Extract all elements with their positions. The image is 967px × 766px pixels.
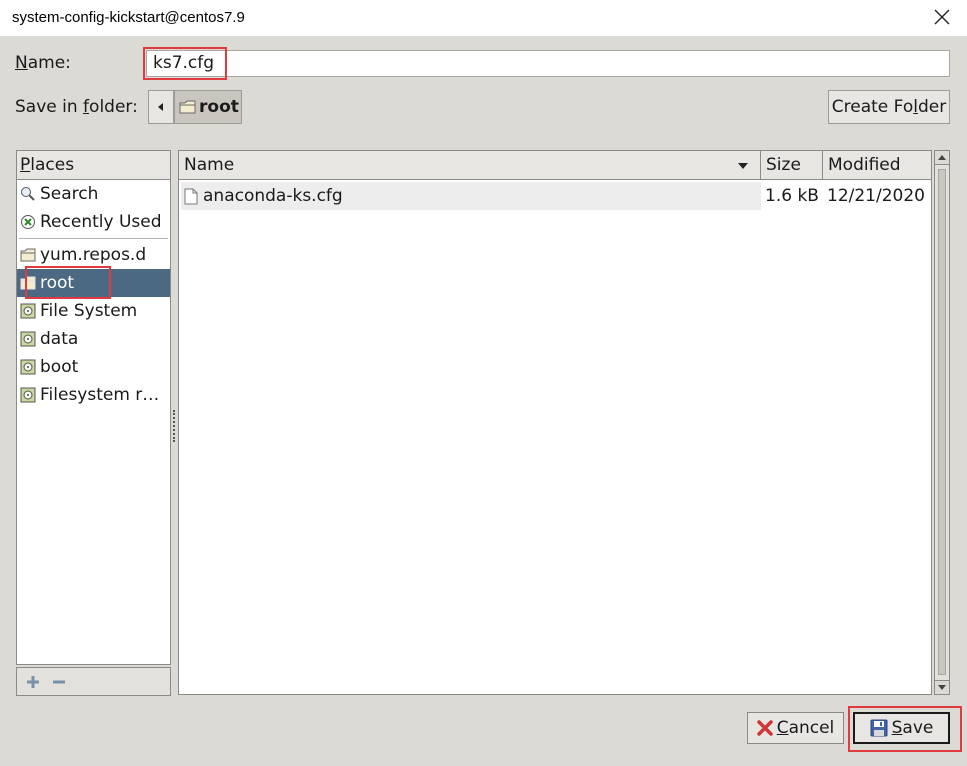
column-size[interactable]: Size — [761, 151, 823, 180]
file-row[interactable]: anaconda-ks.cfg 1.6 kB 12/21/2020 — [181, 182, 931, 210]
file-modified: 12/21/2020 — [827, 186, 925, 206]
place-boot[interactable]: boot — [17, 353, 170, 381]
path-button-root[interactable]: root — [174, 90, 242, 124]
column-name[interactable]: Name — [179, 151, 761, 180]
place-data[interactable]: data — [17, 325, 170, 353]
scroll-up-arrow-icon[interactable] — [935, 151, 949, 165]
folder-icon — [20, 248, 36, 262]
drive-icon — [20, 359, 36, 375]
places-separator — [19, 238, 168, 239]
places-toolbar — [16, 667, 171, 696]
recent-icon — [21, 215, 35, 229]
path-back-button[interactable] — [148, 90, 174, 124]
save-in-folder-label: Save in folder: — [15, 97, 138, 117]
window-title: system-config-kickstart@centos7.9 — [12, 9, 245, 26]
title-bar: system-config-kickstart@centos7.9 — [0, 0, 967, 36]
arrow-left-icon — [158, 103, 163, 111]
save-button[interactable]: Save — [853, 712, 950, 744]
column-modified[interactable]: Modified — [823, 151, 931, 180]
name-input[interactable]: ks7.cfg — [146, 50, 950, 77]
file-icon — [184, 188, 198, 204]
close-icon[interactable] — [933, 8, 951, 26]
places-sidebar: Places Search Recently Used yum.repos.d … — [16, 150, 171, 665]
place-search[interactable]: Search — [17, 180, 170, 208]
cancel-icon — [756, 720, 773, 736]
remove-icon[interactable] — [51, 674, 67, 690]
place-yum-repos[interactable]: yum.repos.d — [17, 241, 170, 269]
add-icon[interactable] — [25, 674, 41, 690]
pane-resize-handle[interactable] — [173, 410, 176, 442]
folder-icon — [179, 100, 196, 113]
place-file-system[interactable]: File System — [17, 297, 170, 325]
create-folder-button[interactable]: Create Fo l der — [828, 90, 950, 124]
drive-icon — [20, 303, 36, 319]
drive-icon — [20, 387, 36, 403]
place-filesystem-root[interactable]: Filesystem r… — [17, 381, 170, 409]
vertical-scrollbar[interactable] — [934, 150, 950, 695]
file-list-header: Name Size Modified — [179, 151, 931, 180]
file-list: Name Size Modified anaconda-ks.cfg 1.6 k… — [178, 150, 932, 695]
save-icon — [870, 719, 888, 737]
file-size: 1.6 kB — [765, 186, 819, 206]
cancel-button[interactable]: Cancel — [747, 712, 844, 744]
sort-descending-icon — [738, 163, 748, 169]
scroll-down-arrow-icon[interactable] — [935, 680, 949, 694]
places-header[interactable]: Places — [17, 151, 170, 180]
scroll-thumb[interactable] — [938, 169, 946, 675]
file-name: anaconda-ks.cfg — [203, 186, 343, 206]
search-icon — [21, 187, 35, 201]
drive-icon — [20, 331, 36, 347]
name-label: Name: — [15, 53, 71, 73]
place-recently-used[interactable]: Recently Used — [17, 208, 170, 236]
place-root[interactable]: root — [17, 269, 170, 297]
folder-icon — [20, 276, 36, 290]
path-button-label: root — [199, 97, 239, 117]
